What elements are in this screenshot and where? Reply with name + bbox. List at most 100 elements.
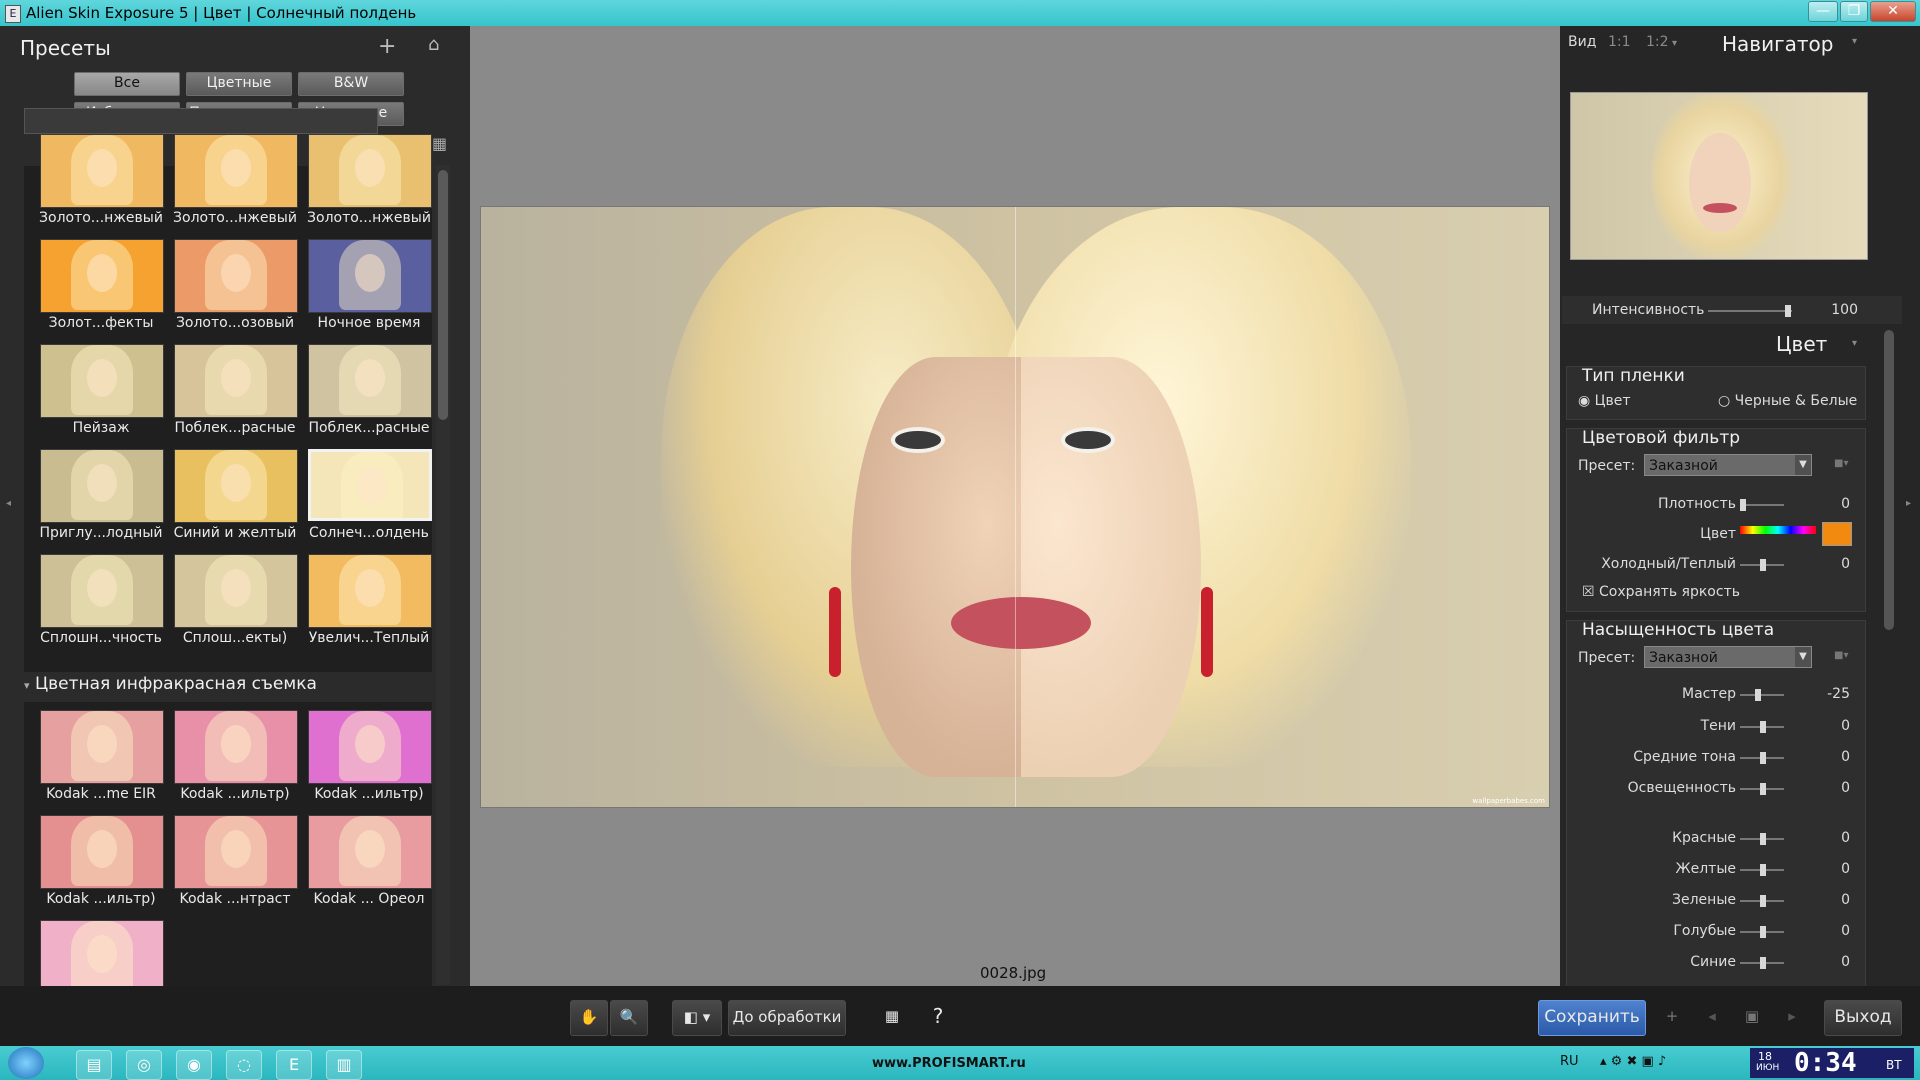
saturation-slider-knob[interactable] bbox=[1760, 783, 1766, 795]
preset-thumbnail[interactable] bbox=[308, 815, 432, 889]
saturation-slider-knob[interactable] bbox=[1760, 752, 1766, 764]
add-icon[interactable]: + bbox=[1660, 1000, 1684, 1034]
home-icon[interactable]: ⌂ bbox=[428, 34, 439, 55]
saturation-slider[interactable] bbox=[1740, 752, 1784, 764]
cold-warm-slider[interactable] bbox=[1740, 559, 1784, 571]
saturation-preset-menu-icon[interactable]: ■▾ bbox=[1834, 650, 1848, 661]
start-button[interactable] bbox=[8, 1047, 44, 1079]
density-slider[interactable] bbox=[1740, 499, 1784, 511]
exit-button[interactable]: Выход bbox=[1824, 1000, 1902, 1036]
preset-thumbnail[interactable] bbox=[40, 239, 164, 313]
tray-icons[interactable]: ▴ ⚙ ✖ ▣ ♪ bbox=[1600, 1054, 1666, 1069]
before-processing-button[interactable]: До обработки bbox=[728, 1000, 846, 1036]
intensity-slider[interactable] bbox=[1708, 305, 1792, 317]
preset-thumbnail[interactable] bbox=[308, 449, 432, 521]
preset-thumbnail[interactable] bbox=[308, 239, 432, 313]
preset-thumbnail[interactable] bbox=[308, 554, 432, 628]
preset-thumbnail[interactable] bbox=[40, 710, 164, 784]
saturation-slider[interactable] bbox=[1740, 721, 1784, 733]
preset-search-input[interactable] bbox=[24, 108, 378, 134]
preset-thumbnail[interactable] bbox=[174, 554, 298, 628]
grid-view-icon[interactable]: ▦ bbox=[432, 134, 447, 153]
zoom-tool-icon[interactable]: 🔍 bbox=[610, 1000, 648, 1036]
undo-icon[interactable]: ◂ bbox=[1700, 1000, 1724, 1034]
redo-icon[interactable]: ▸ bbox=[1780, 1000, 1804, 1034]
cold-warm-knob[interactable] bbox=[1760, 559, 1766, 571]
saturation-slider[interactable] bbox=[1740, 895, 1784, 907]
preset-thumbnail[interactable] bbox=[40, 815, 164, 889]
save-app-icon[interactable]: ▤ bbox=[76, 1050, 112, 1080]
preset-thumbnail[interactable] bbox=[40, 344, 164, 418]
preset-thumbnail[interactable] bbox=[308, 710, 432, 784]
exposure-app-icon[interactable]: E bbox=[276, 1050, 312, 1080]
firefox-icon[interactable]: ◉ bbox=[176, 1050, 212, 1080]
preview-image[interactable]: wallpaperbabes.com bbox=[480, 206, 1550, 808]
preset-thumbnail[interactable] bbox=[40, 554, 164, 628]
color-tab-dropdown-icon[interactable]: ▾ bbox=[1852, 338, 1857, 349]
preset-thumbnail[interactable] bbox=[174, 344, 298, 418]
navigator-collapse-icon[interactable]: ▾ bbox=[1852, 36, 1857, 47]
preset-thumbnail[interactable] bbox=[308, 134, 432, 208]
maximize-button[interactable]: ❐ bbox=[1840, 1, 1868, 22]
preset-thumbnail[interactable] bbox=[174, 710, 298, 784]
split-view-button[interactable]: ◧ ▾ bbox=[672, 1000, 722, 1036]
browser-icon[interactable]: ◌ bbox=[226, 1050, 262, 1080]
preset-thumbnail[interactable] bbox=[308, 344, 432, 418]
saturation-slider-knob[interactable] bbox=[1760, 926, 1766, 938]
zoom-1-2-button[interactable]: 1:2 bbox=[1646, 34, 1669, 50]
saturation-slider-knob[interactable] bbox=[1760, 957, 1766, 969]
intensity-knob[interactable] bbox=[1785, 305, 1791, 317]
filter-color-button[interactable]: Цветные bbox=[186, 72, 292, 96]
hue-slider[interactable] bbox=[1740, 526, 1816, 534]
clock[interactable]: 18 ИЮН 0:34 ВТ bbox=[1750, 1048, 1914, 1078]
close-button[interactable]: ✕ bbox=[1870, 1, 1916, 22]
preset-thumbnail[interactable] bbox=[174, 449, 298, 523]
saturation-slider-knob[interactable] bbox=[1760, 864, 1766, 876]
language-indicator[interactable]: RU bbox=[1560, 1054, 1579, 1069]
saturation-slider[interactable] bbox=[1740, 926, 1784, 938]
add-preset-icon[interactable]: + bbox=[378, 34, 396, 59]
left-collapse-icon[interactable]: ◂ bbox=[6, 498, 11, 509]
preset-thumbnail[interactable] bbox=[174, 815, 298, 889]
right-collapse-icon[interactable]: ▸ bbox=[1906, 498, 1911, 509]
minimize-button[interactable]: — bbox=[1808, 1, 1838, 22]
compare-icon[interactable]: ▣ bbox=[1740, 1000, 1764, 1034]
filter-bw-button[interactable]: B&W bbox=[298, 72, 404, 96]
saturation-slider[interactable] bbox=[1740, 689, 1784, 701]
zoom-dropdown-icon[interactable]: ▾ bbox=[1672, 38, 1677, 49]
help-icon[interactable]: ? bbox=[918, 1000, 958, 1034]
chrome-icon[interactable]: ◎ bbox=[126, 1050, 162, 1080]
saturation-slider[interactable] bbox=[1740, 783, 1784, 795]
right-panel-scrollbar[interactable] bbox=[1884, 330, 1894, 630]
preset-thumbnail[interactable] bbox=[40, 920, 164, 994]
film-color-radio[interactable]: ◉ Цвет bbox=[1578, 393, 1631, 409]
saturation-slider[interactable] bbox=[1740, 833, 1784, 845]
zoom-1-1-button[interactable]: 1:1 bbox=[1608, 34, 1631, 50]
saturation-slider-knob[interactable] bbox=[1760, 895, 1766, 907]
preset-thumbnail[interactable] bbox=[174, 134, 298, 208]
saturation-preset-dropdown[interactable]: Заказной ▼ bbox=[1644, 646, 1812, 668]
presets-scrollbar-thumb[interactable] bbox=[438, 170, 448, 420]
navigator-thumbnail[interactable] bbox=[1570, 92, 1868, 260]
save-button[interactable]: Сохранить bbox=[1538, 1000, 1646, 1036]
hand-tool-icon[interactable]: ✋ bbox=[570, 1000, 608, 1036]
category-header-infrared[interactable]: ▾ Цветная инфракрасная съемка bbox=[24, 674, 317, 694]
density-knob[interactable] bbox=[1740, 499, 1746, 511]
color-filter-preset-dropdown[interactable]: Заказной ▼ bbox=[1644, 454, 1812, 476]
saturation-slider[interactable] bbox=[1740, 957, 1784, 969]
preset-menu-icon[interactable]: ■▾ bbox=[1834, 458, 1848, 469]
saturation-slider-knob[interactable] bbox=[1755, 689, 1761, 701]
document-app-icon[interactable]: ▥ bbox=[326, 1050, 362, 1080]
film-bw-radio[interactable]: ○ Черные & Белые bbox=[1718, 393, 1857, 409]
preset-thumbnail[interactable] bbox=[40, 449, 164, 523]
saturation-slider-knob[interactable] bbox=[1760, 721, 1766, 733]
saturation-slider-knob[interactable] bbox=[1760, 833, 1766, 845]
saturation-slider[interactable] bbox=[1740, 864, 1784, 876]
keep-brightness-checkbox[interactable]: ☒ Сохранять яркость bbox=[1582, 584, 1740, 600]
filter-all-button[interactable]: Все bbox=[74, 72, 180, 96]
panel-toggle-icon[interactable]: ▦ bbox=[874, 1000, 910, 1034]
color-swatch[interactable] bbox=[1822, 522, 1852, 546]
before-after-split-line[interactable] bbox=[1015, 207, 1016, 807]
preset-thumbnail[interactable] bbox=[174, 239, 298, 313]
preset-thumbnail[interactable] bbox=[40, 134, 164, 208]
